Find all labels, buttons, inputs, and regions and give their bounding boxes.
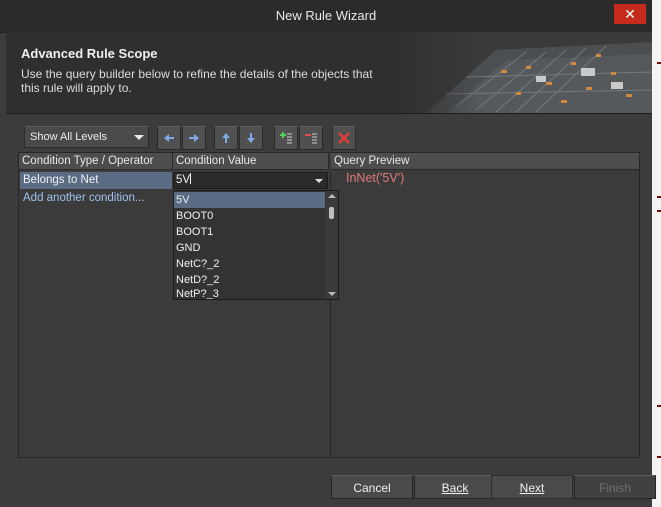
chevron-down-icon (134, 135, 144, 140)
dropdown-scrollbar[interactable] (326, 191, 338, 299)
window-title: New Rule Wizard (275, 8, 377, 23)
move-down-button[interactable] (239, 126, 263, 150)
remove-condition-icon (305, 133, 317, 144)
add-condition-button[interactable] (274, 126, 298, 150)
column-header-condition-type: Condition Type / Operator (19, 153, 173, 170)
dropdown-item-boot0[interactable]: BOOT0 (174, 208, 325, 224)
page-description: Use the query builder below to refine th… (21, 67, 373, 95)
dropdown-item-netd2[interactable]: NetD?_2 (174, 272, 325, 288)
finish-button-label: Finish (598, 481, 631, 495)
edge-mark (657, 62, 661, 64)
next-button[interactable]: Next (491, 475, 573, 499)
text-cursor (190, 173, 192, 184)
next-button-label: Next (519, 481, 545, 495)
column-header-condition-value: Condition Value (173, 153, 329, 170)
move-up-button[interactable] (214, 126, 238, 150)
levels-dropdown-value: Show All Levels (30, 131, 108, 143)
scroll-up-icon[interactable] (328, 194, 336, 198)
add-condition-link[interactable]: Add another condition... (23, 192, 144, 204)
close-button[interactable]: ✕ (614, 4, 646, 24)
net-dropdown-list[interactable]: 5V BOOT0 BOOT1 GND NetC?_2 NetD?_2 NetP?… (173, 190, 339, 300)
page-heading: Advanced Rule Scope (21, 46, 158, 61)
chevron-down-icon[interactable] (315, 179, 323, 183)
condition-value-combo[interactable]: 5V (173, 172, 328, 189)
close-icon: ✕ (624, 6, 636, 22)
edge-mark (657, 210, 661, 212)
edge-mark (657, 405, 661, 407)
cancel-button[interactable]: Cancel (331, 475, 413, 499)
add-condition-icon (280, 132, 292, 144)
edge-mark (657, 196, 661, 198)
back-button-label: Back (441, 481, 469, 495)
delete-icon (338, 132, 350, 144)
edge-mark (657, 456, 661, 458)
finish-button[interactable]: Finish (574, 475, 656, 499)
title-bar: New Rule Wizard ✕ (0, 0, 652, 33)
query-toolbar: Show All Levels (24, 126, 424, 150)
delete-button[interactable] (332, 126, 356, 150)
back-button[interactable]: Back (414, 475, 496, 499)
levels-dropdown[interactable]: Show All Levels (24, 126, 149, 148)
query-grid: Condition Type / Operator Condition Valu… (18, 152, 640, 458)
dropdown-item-gnd[interactable]: GND (174, 240, 325, 256)
column-header-query-preview: Query Preview (331, 153, 639, 170)
condition-type-cell[interactable]: Belongs to Net (20, 172, 172, 189)
query-preview-text: InNet('5V') (346, 171, 405, 185)
remove-condition-button[interactable] (299, 126, 323, 150)
dropdown-item-netp3[interactable]: NetP?_3 (174, 287, 325, 299)
pcb-banner-image (386, 32, 652, 113)
arrow-up-icon (222, 133, 230, 143)
arrow-down-icon (247, 133, 255, 143)
move-left-button[interactable] (157, 126, 181, 150)
move-right-button[interactable] (182, 126, 206, 150)
scroll-down-icon[interactable] (328, 292, 336, 296)
wizard-banner: Advanced Rule Scope Use the query builde… (6, 32, 652, 114)
wizard-dialog: Advanced Rule Scope Use the query builde… (6, 32, 656, 507)
dropdown-item-netc2[interactable]: NetC?_2 (174, 256, 325, 272)
condition-value-text: 5V (176, 174, 191, 186)
scrollbar-thumb[interactable] (329, 207, 334, 219)
arrow-right-icon (189, 134, 199, 142)
dropdown-item-boot1[interactable]: BOOT1 (174, 224, 325, 240)
arrow-left-icon (164, 134, 174, 142)
background-window-edge (652, 0, 661, 507)
dropdown-item-5v[interactable]: 5V (174, 192, 325, 208)
cancel-button-label: Cancel (353, 481, 391, 495)
